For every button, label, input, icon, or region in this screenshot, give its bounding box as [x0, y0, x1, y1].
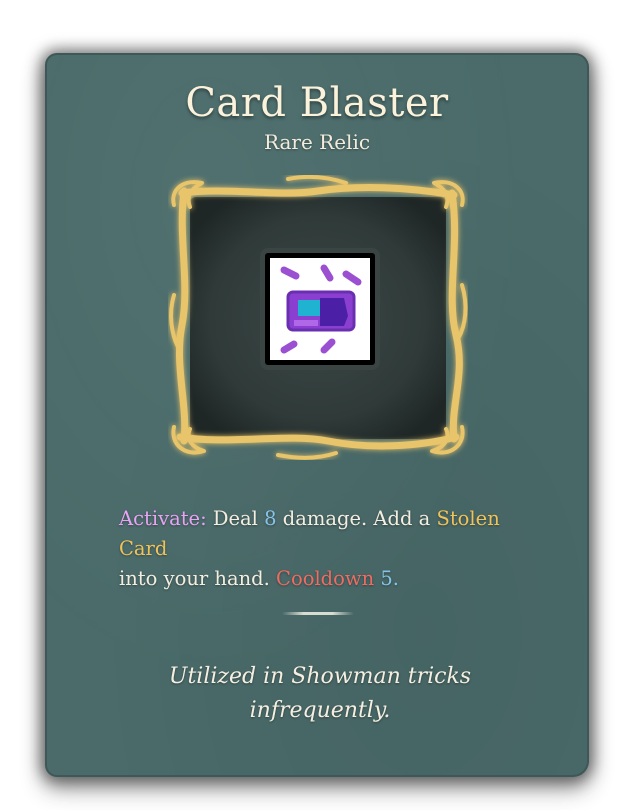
- deal-text: Deal: [212, 507, 258, 530]
- activate-keyword: Activate:: [119, 507, 207, 530]
- damage-text: damage. Add a: [282, 507, 431, 530]
- relic-title: Card Blaster: [185, 80, 449, 126]
- relic-rarity: Rare Relic: [263, 130, 371, 154]
- flavor-text: Utilized in Showman tricks infrequently.: [120, 660, 520, 728]
- flavor-line-1: Utilized in Showman tricks: [168, 664, 472, 689]
- relic-tooltip: Card Blaster Rare Relic Activate: Deal 8…: [0, 0, 640, 810]
- flavor-line-2: infrequently.: [249, 698, 391, 723]
- divider: [282, 612, 354, 615]
- card-blaster-icon: [260, 248, 380, 370]
- cooldown-keyword: Cooldown: [276, 567, 375, 590]
- hand-text: into your hand.: [119, 567, 270, 590]
- cooldown-value: 5.: [380, 567, 399, 590]
- damage-value: 8: [264, 507, 277, 530]
- relic-description: Activate: Deal 8 damage. Add a Stolen Ca…: [119, 504, 549, 594]
